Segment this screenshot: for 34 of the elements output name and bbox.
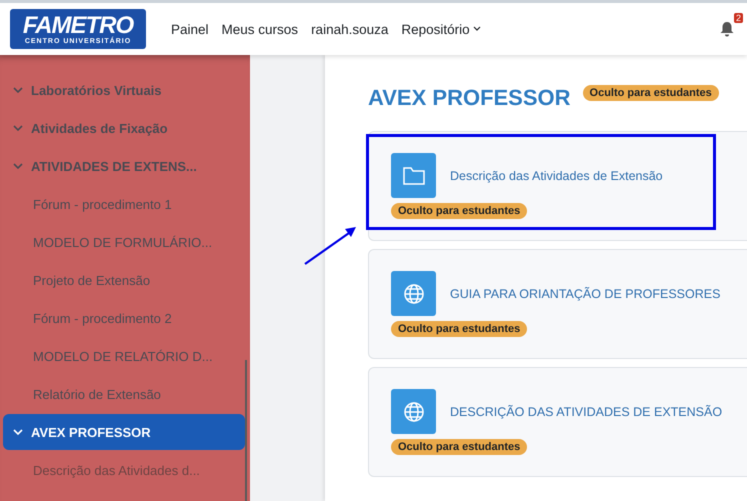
sidebar-item[interactable]: Descrição das Atividades d... bbox=[3, 452, 245, 488]
sidebar-item[interactable]: Relatório de Extensão bbox=[3, 376, 245, 412]
activity-link[interactable]: Descrição das Atividades de Extensão bbox=[450, 168, 663, 182]
globe-icon bbox=[402, 400, 424, 422]
sidebar-item[interactable]: Fórum - procedimento 2 bbox=[3, 300, 245, 336]
sidebar-item[interactable]: ATIVIDADES DE EXTENS... bbox=[3, 148, 245, 184]
sidebar-item[interactable]: MODELO DE RELATÓRIO D... bbox=[3, 338, 245, 374]
chevron-icon bbox=[13, 161, 23, 171]
scrollbar[interactable] bbox=[245, 360, 247, 501]
globe-icon bbox=[402, 282, 424, 304]
activity-link[interactable]: GUIA PARA ORIANTAÇÃO DE PROFESSORES bbox=[450, 286, 720, 300]
status-badge: Oculto para estudantes bbox=[391, 439, 528, 455]
nav-link[interactable]: Repositório bbox=[401, 22, 481, 36]
sidebar-item[interactable]: Projeto de Extensão bbox=[3, 262, 245, 298]
sidebar-item[interactable]: Fórum - procedimento 1 bbox=[3, 186, 245, 222]
status-badge: Oculto para estudantes bbox=[391, 203, 528, 219]
status-badge: Oculto para estudantes bbox=[582, 85, 719, 101]
chevron-icon bbox=[13, 85, 23, 95]
section-title: AVEX PROFESSOR bbox=[368, 85, 571, 111]
pointer-arrow bbox=[303, 225, 357, 266]
nav-link[interactable]: rainah.souza bbox=[311, 22, 388, 36]
chevron-icon bbox=[13, 123, 23, 133]
folder-icon bbox=[402, 166, 424, 184]
sidebar-item[interactable]: MODELO DE FORMULÁRIO... bbox=[3, 224, 245, 260]
sidebar-item[interactable]: Laboratórios Virtuais bbox=[3, 72, 245, 108]
sidebar-item[interactable]: AVEX PROFESSOR bbox=[3, 414, 245, 450]
notification-count: 2 bbox=[734, 13, 743, 23]
nav-link[interactable]: Meus cursos bbox=[222, 22, 298, 36]
sidebar-item[interactable]: Atividades de Fixação bbox=[3, 110, 245, 146]
chevron-icon bbox=[13, 427, 23, 437]
activity-link[interactable]: DESCRIÇÃO DAS ATIVIDADES DE EXTENSÃO bbox=[450, 404, 722, 418]
nav-link[interactable]: Painel bbox=[171, 22, 209, 36]
bell-icon[interactable] bbox=[720, 21, 734, 37]
status-badge: Oculto para estudantes bbox=[391, 321, 528, 337]
